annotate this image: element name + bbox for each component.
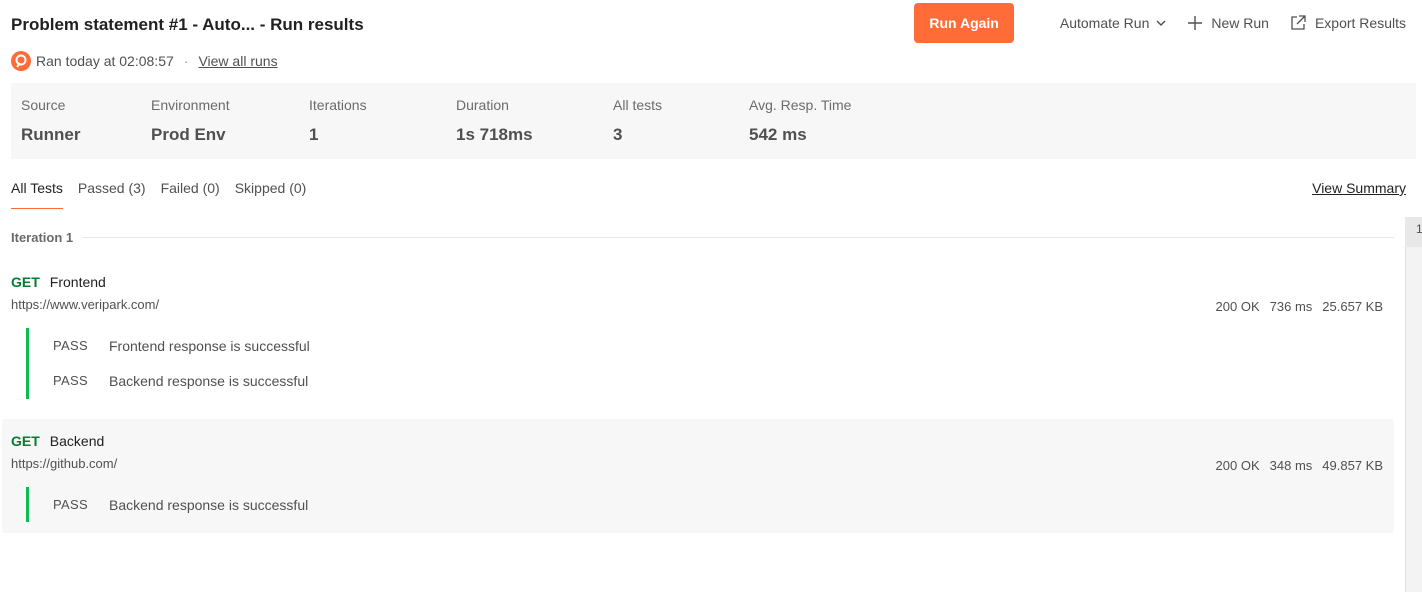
request-row-frontend[interactable]: GET Frontend https://www.veripark.com/ 20… — [2, 266, 1394, 410]
response-size: 25.657 KB — [1322, 299, 1383, 314]
request-method: GET — [11, 433, 40, 449]
scrollbar[interactable] — [1405, 217, 1422, 592]
test-status: PASS — [53, 497, 88, 512]
iteration-header: Iteration 1 — [11, 230, 1394, 245]
response-status: 200 OK — [1215, 299, 1260, 314]
test-name: Backend response is successful — [109, 373, 309, 389]
scrollbar-thumb[interactable]: 1 — [1405, 217, 1422, 247]
response-status: 200 OK — [1215, 458, 1260, 473]
request-row-backend[interactable]: GET Backend https://github.com/ 200 OK 34… — [2, 419, 1394, 533]
summary-value: 1s 718ms — [456, 125, 533, 144]
iteration-divider — [83, 237, 1394, 238]
request-name: Frontend — [49, 274, 106, 290]
test-status: PASS — [53, 338, 88, 353]
summary-label: Environment — [151, 97, 230, 113]
test-result: PASS Frontend response is successful — [53, 338, 310, 354]
test-name: Backend response is successful — [109, 497, 309, 513]
request-header: GET Frontend — [11, 274, 106, 290]
tab-passed[interactable]: Passed (3) — [78, 178, 146, 209]
view-all-runs-link[interactable]: View all runs — [198, 53, 277, 69]
test-status: PASS — [53, 373, 88, 388]
summary-iterations: Iterations 1 — [309, 97, 367, 145]
automate-run-label: Automate Run — [1059, 15, 1150, 31]
export-results-label: Export Results — [1314, 15, 1406, 31]
run-again-button[interactable]: Run Again — [914, 3, 1014, 43]
summary-label: Avg. Resp. Time — [749, 97, 852, 113]
run-meta: Ran today at 02:08:57 · View all runs — [11, 51, 278, 71]
automate-run-button[interactable]: Automate Run — [1060, 3, 1168, 43]
header-actions: Run Again Automate Run New Run Export Re… — [914, 3, 1406, 43]
summary-duration: Duration 1s 718ms — [456, 97, 533, 145]
new-run-button[interactable]: New Run — [1187, 3, 1269, 43]
run-summary-panel: Source Runner Environment Prod Env Itera… — [11, 83, 1416, 159]
chevron-down-icon — [1156, 20, 1166, 26]
request-stats: 200 OK 736 ms 25.657 KB — [1206, 299, 1383, 314]
test-result: PASS Backend response is successful — [53, 497, 308, 513]
page-title: Problem statement #1 - Auto... - Run res… — [11, 15, 364, 34]
summary-value: 3 — [613, 125, 623, 144]
view-summary-link[interactable]: View Summary — [1312, 178, 1406, 198]
summary-avg-resp-time: Avg. Resp. Time 542 ms — [749, 97, 851, 145]
summary-value: 542 ms — [749, 125, 807, 144]
pass-indicator-bar — [26, 328, 29, 399]
test-result: PASS Backend response is successful — [53, 373, 308, 389]
export-icon — [1291, 15, 1306, 30]
response-time: 736 ms — [1269, 299, 1313, 314]
tab-skipped[interactable]: Skipped (0) — [235, 178, 307, 209]
pass-indicator-bar — [26, 487, 29, 522]
summary-label: Iterations — [309, 97, 367, 113]
tab-failed[interactable]: Failed (0) — [161, 178, 220, 209]
ran-at-text: Ran today at 02:08:57 — [36, 53, 174, 69]
meta-separator: · — [183, 53, 189, 69]
summary-label: Source — [21, 97, 66, 113]
request-name: Backend — [49, 433, 105, 449]
request-header: GET Backend — [11, 433, 104, 449]
iteration-label: Iteration 1 — [11, 230, 74, 245]
request-method: GET — [11, 274, 40, 290]
results-tabs: All Tests Passed (3) Failed (0) Skipped … — [11, 178, 321, 209]
summary-value: 1 — [309, 125, 319, 144]
runner-logo-icon — [11, 51, 31, 71]
tab-all-tests[interactable]: All Tests — [11, 178, 63, 209]
summary-source: Source Runner — [21, 97, 81, 145]
request-stats: 200 OK 348 ms 49.857 KB — [1206, 458, 1383, 473]
new-run-label: New Run — [1211, 15, 1269, 31]
response-size: 49.857 KB — [1322, 458, 1383, 473]
response-time: 348 ms — [1269, 458, 1313, 473]
request-url: https://github.com/ — [11, 456, 118, 471]
summary-value: Prod Env — [151, 125, 226, 144]
plus-icon — [1188, 16, 1203, 30]
summary-environment: Environment Prod Env — [151, 97, 230, 145]
test-name: Frontend response is successful — [109, 338, 310, 354]
request-url: https://www.veripark.com/ — [11, 297, 160, 312]
summary-all-tests: All tests 3 — [613, 97, 662, 145]
summary-value: Runner — [21, 125, 81, 144]
export-results-button[interactable]: Export Results — [1289, 3, 1406, 43]
summary-label: All tests — [613, 97, 663, 113]
summary-label: Duration — [456, 97, 509, 113]
